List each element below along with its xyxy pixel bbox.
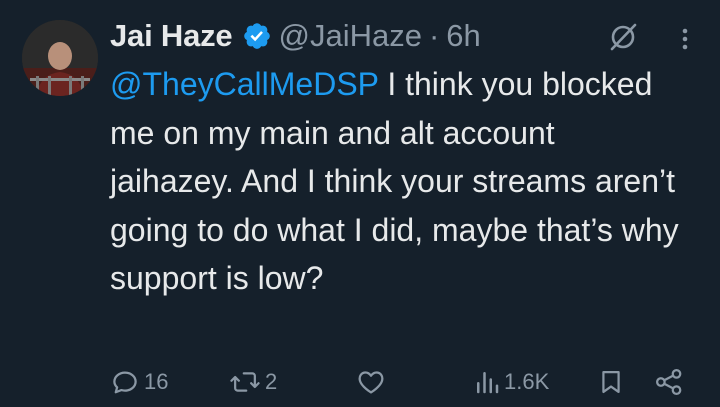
like-button[interactable] — [356, 362, 386, 402]
retweet-button[interactable]: 2 — [229, 362, 277, 402]
retweet-icon — [230, 372, 260, 392]
author-name[interactable]: Jai Haze — [110, 18, 233, 54]
tweet-timestamp[interactable]: 6h — [446, 18, 480, 54]
retweet-count: 2 — [265, 369, 278, 394]
share-button[interactable] — [654, 362, 684, 402]
separator-dot: · — [428, 18, 440, 53]
bookmark-icon — [602, 370, 620, 394]
heart-icon — [358, 371, 384, 394]
avatar[interactable] — [22, 20, 98, 96]
mention-link[interactable]: @TheyCallMeDSP — [110, 66, 378, 102]
action-bar: 16 2 1.6K — [0, 362, 720, 402]
verified-badge-icon[interactable] — [242, 21, 272, 51]
grok-icon[interactable] — [606, 20, 640, 54]
author-handle[interactable]: @JaiHaze — [278, 18, 421, 54]
views-count: 1.6K — [504, 369, 550, 394]
bookmark-button[interactable] — [597, 362, 625, 402]
reply-count: 16 — [144, 369, 169, 394]
tweet-header: Jai Haze @JaiHaze · 6h — [110, 14, 481, 58]
reply-button[interactable]: 16 — [110, 362, 168, 402]
share-icon — [656, 369, 682, 395]
views-icon — [477, 372, 499, 394]
more-icon[interactable] — [672, 22, 698, 56]
reply-icon — [113, 371, 137, 394]
views-button[interactable]: 1.6K — [474, 362, 549, 402]
tweet-body: @TheyCallMeDSP I think you blocked me on… — [110, 60, 685, 303]
